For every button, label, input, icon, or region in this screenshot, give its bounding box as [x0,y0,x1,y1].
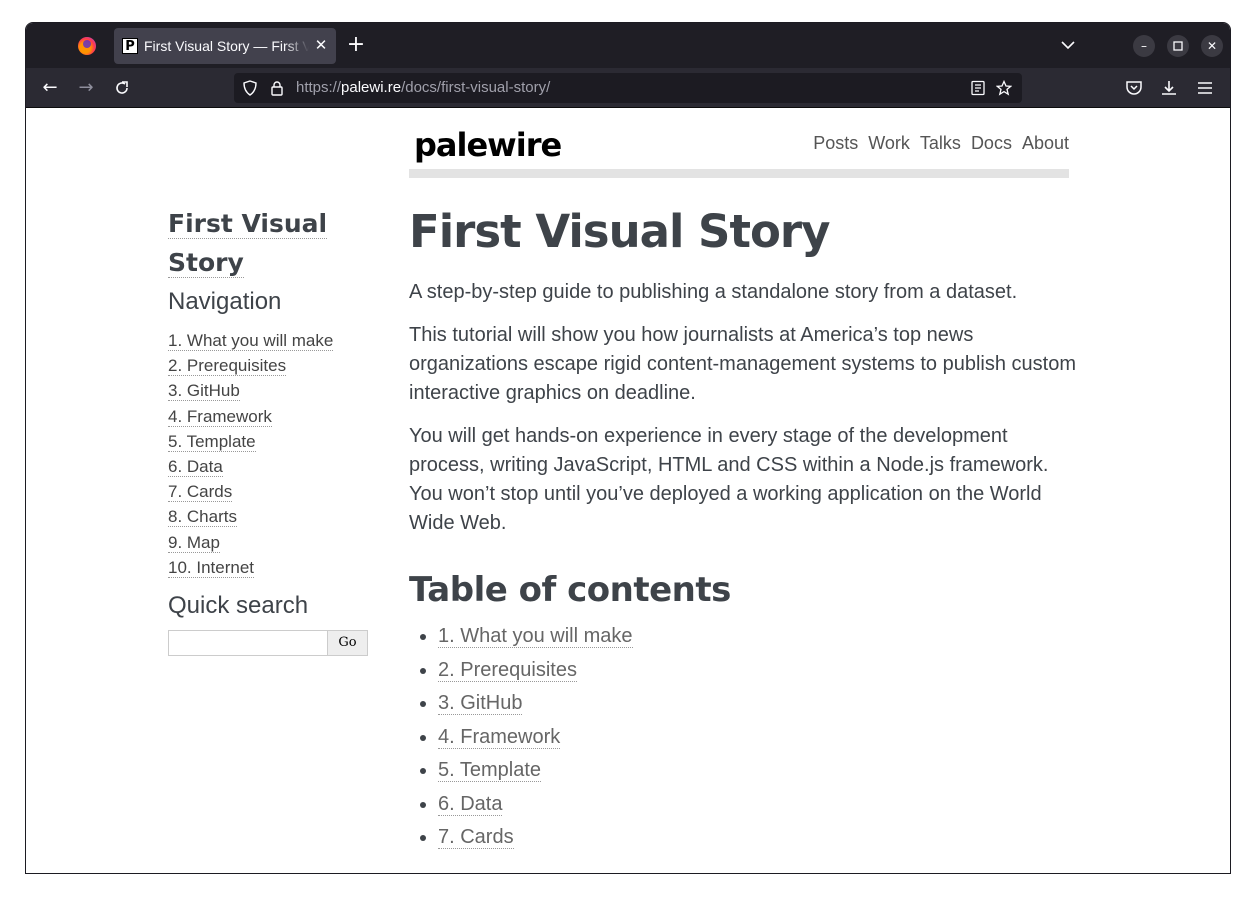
intro-paragraph: A step-by-step guide to publishing a sta… [409,281,1018,303]
body-paragraph-2: You will get hands-on experience in ever… [409,425,1049,534]
toc-item[interactable]: 5. Template [438,754,1079,788]
reload-icon [116,81,128,94]
nav-link-talks[interactable]: Talks [920,131,961,155]
maximize-button[interactable] [1167,35,1189,57]
toc-link[interactable]: 5. Template [438,759,542,782]
sidebar-item[interactable]: 1. What you will make [168,328,378,353]
nav-toolbar: ← → https://palewi.re/docs/first-visual-… [26,68,1230,108]
chevron-down-icon[interactable] [1060,37,1076,53]
toc-link[interactable]: 6. Data [438,792,503,816]
sidebar-item[interactable]: 2. Prerequisites [168,353,378,378]
sidebar-item-label[interactable]: 1. What you will make [168,331,334,351]
minimize-button[interactable]: – [1133,35,1155,57]
palewire-favicon-icon: P [122,38,138,54]
url-prefix: https:// [296,79,342,96]
close-tab-icon[interactable]: ✕ [312,36,330,54]
quick-search-form: Go [168,630,378,657]
nav-link-work[interactable]: Work [868,131,910,155]
sidebar-item-label[interactable]: 3. GitHub [168,381,240,402]
sidebar-item-label[interactable]: 9. Map [168,532,220,553]
address-bar[interactable]: https://palewi.re/docs/first-visual-stor… [234,73,1022,103]
toc-link[interactable]: 7. Cards [438,826,514,849]
sidebar-item[interactable]: 9. Map [168,530,378,555]
download-icon[interactable] [1160,79,1178,97]
tab-strip: P First Visual Story — First Visual Stor… [26,23,1230,68]
toc-link[interactable]: 1. What you will make [438,625,633,648]
toc-item[interactable]: 3. GitHub [438,687,1079,721]
toc-heading: Table of contents [409,570,731,610]
web-page: palewire Posts Work Talks Docs About Fir… [26,109,1230,873]
site-logo[interactable]: palewire [414,125,562,165]
bookmark-star-icon[interactable] [996,80,1012,96]
sidebar-item[interactable]: 7. Cards [168,479,378,504]
nav-link-about[interactable]: About [1022,131,1069,155]
shield-icon[interactable] [242,80,258,96]
toc-item[interactable]: 2. Prerequisites [438,654,1079,688]
sidebar-title[interactable]: First Visual Story [168,204,378,282]
sidebar-item-label[interactable]: 4. Framework [168,406,272,427]
tab-title: First Visual Story — First Visual Story [144,38,309,54]
sidebar-title-line1[interactable]: First Visual [168,209,328,239]
sidebar-item-label[interactable]: 7. Cards [168,482,233,503]
sidebar-item-label[interactable]: 10. Internet [168,557,255,578]
toc-link[interactable]: 2. Prerequisites [438,658,577,682]
toc-item[interactable]: 4. Framework [438,721,1079,755]
body-paragraph-1: This tutorial will show you how journali… [409,324,1077,404]
close-window-button[interactable]: ✕ [1201,35,1223,57]
header-divider [409,169,1069,178]
sidebar-item[interactable]: 8. Charts [168,504,378,529]
toc-link[interactable]: 4. Framework [438,725,561,749]
nav-link-docs[interactable]: Docs [971,131,1012,155]
toc-link[interactable]: 3. GitHub [438,692,523,715]
page-title: First Visual Story [409,205,830,258]
new-tab-button[interactable]: + [345,34,367,56]
lock-icon[interactable] [269,80,285,96]
search-input[interactable] [168,630,328,657]
pocket-icon[interactable] [1125,79,1143,97]
sidebar-nav-heading: Navigation [168,288,282,315]
search-go-button[interactable]: Go [328,630,368,657]
site-nav: Posts Work Talks Docs About [813,131,1069,155]
sidebar-title-line2[interactable]: Story [168,248,244,278]
url-path: /docs/first-visual-story/ [401,79,551,96]
maximize-icon [1173,41,1183,51]
sidebar-item-label[interactable]: 2. Prerequisites [168,356,287,377]
browser-window: P First Visual Story — First Visual Stor… [25,22,1231,874]
firefox-icon[interactable] [78,37,96,55]
sidebar-item-label[interactable]: 8. Charts [168,507,237,528]
toc-item[interactable]: 1. What you will make [438,620,1079,654]
sidebar-item[interactable]: 6. Data [168,454,378,479]
toc-list: 1. What you will make 2. Prerequisites 3… [409,620,1079,855]
toc-item[interactable]: 7. Cards [438,821,1079,855]
sidebar-item-label[interactable]: 6. Data [168,457,223,478]
hamburger-menu-icon[interactable] [1196,79,1214,97]
main-content: First Visual Story A step-by-step guide … [409,204,1079,855]
back-button[interactable]: ← [39,77,61,99]
url-host: palewi.re [341,79,402,96]
sidebar-item[interactable]: 5. Template [168,429,378,454]
toc-item[interactable]: 6. Data [438,788,1079,822]
sidebar-item-label[interactable]: 5. Template [168,431,256,452]
tab-active[interactable]: P First Visual Story — First Visual Stor… [114,28,336,64]
forward-button[interactable]: → [75,77,97,99]
sidebar-item[interactable]: 3. GitHub [168,378,378,403]
sidebar-item[interactable]: 10. Internet [168,555,378,580]
reader-view-icon[interactable] [970,80,986,96]
sidebar: First Visual Story Navigation 1. What yo… [168,204,378,657]
nav-link-posts[interactable]: Posts [813,131,858,155]
reload-button[interactable] [111,77,133,99]
quick-search-heading: Quick search [168,592,309,620]
url-text[interactable]: https://palewi.re/docs/first-visual-stor… [296,79,550,97]
sidebar-nav-list: 1. What you will make 2. Prerequisites 3… [168,328,378,580]
sidebar-item[interactable]: 4. Framework [168,404,378,429]
